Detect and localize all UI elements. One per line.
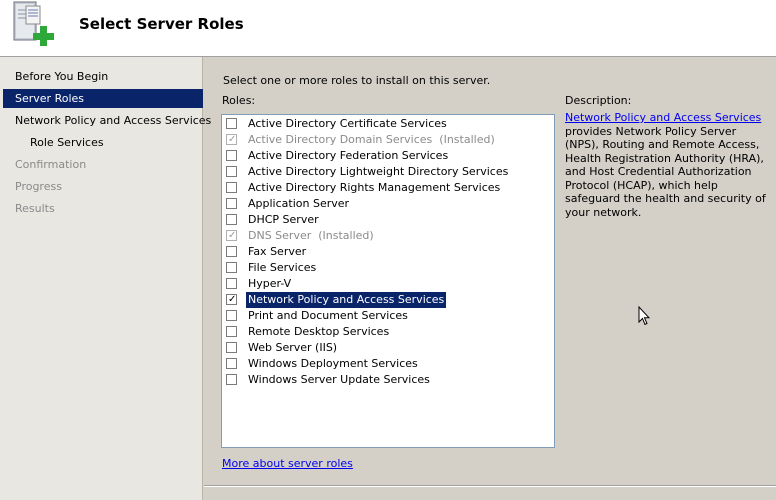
role-label: Windows Deployment Services xyxy=(248,357,418,370)
page-title: Select Server Roles xyxy=(79,15,244,33)
role-checkbox[interactable] xyxy=(226,374,237,385)
role-label: Active Directory Rights Management Servi… xyxy=(248,181,501,194)
role-checkbox[interactable] xyxy=(226,358,237,369)
installed-status: (Installed) xyxy=(318,229,374,242)
header: Select Server Roles xyxy=(0,0,776,57)
roles-label: Roles: xyxy=(222,94,256,107)
sidebar-item-results: Results xyxy=(15,202,55,215)
role-label: Application Server xyxy=(248,197,350,210)
more-about-roles-link[interactable]: More about server roles xyxy=(222,457,353,470)
role-label: DNS Server (Installed) xyxy=(246,228,376,244)
role-label: Windows Server Update Services xyxy=(248,373,430,386)
role-checkbox[interactable] xyxy=(226,326,237,337)
mouse-pointer-icon xyxy=(638,306,650,326)
description-text: Network Policy and Access Services provi… xyxy=(565,111,770,219)
role-label: Active Directory Federation Services xyxy=(248,149,449,162)
sidebar-item-progress: Progress xyxy=(15,180,62,193)
role-checkbox[interactable] xyxy=(226,342,237,353)
role-checkbox[interactable] xyxy=(226,292,237,308)
role-label: Active Directory Domain Services (Instal… xyxy=(246,132,497,148)
description-link[interactable]: Network Policy and Access Services xyxy=(565,111,761,124)
role-label: Active Directory Lightweight Directory S… xyxy=(248,165,509,178)
role-checkbox[interactable] xyxy=(226,118,237,129)
role-checkbox[interactable] xyxy=(226,310,237,321)
role-name: DNS Server xyxy=(248,229,312,242)
role-checkbox[interactable] xyxy=(226,166,237,177)
role-label: Network Policy and Access Services xyxy=(246,292,447,308)
role-checkbox[interactable] xyxy=(226,182,237,193)
sidebar-item-confirmation: Confirmation xyxy=(15,158,87,171)
role-label: File Services xyxy=(248,261,317,274)
role-label: Hyper-V xyxy=(248,277,292,290)
role-checkbox[interactable] xyxy=(226,214,237,225)
role-checkbox[interactable] xyxy=(226,198,237,209)
server-add-icon xyxy=(13,1,54,46)
role-label: Remote Desktop Services xyxy=(248,325,390,338)
role-checkbox[interactable] xyxy=(226,246,237,257)
sidebar-item-role-services[interactable]: Role Services xyxy=(3,133,203,152)
role-label: Web Server (IIS) xyxy=(248,341,338,354)
role-label: Active Directory Certificate Services xyxy=(248,117,447,130)
sidebar-item-server-roles[interactable]: Server Roles xyxy=(3,89,203,108)
divider xyxy=(204,485,776,487)
description-body: provides Network Policy Server (NPS), Ro… xyxy=(565,124,766,219)
role-checkbox xyxy=(226,228,237,244)
wizard-sidebar: Before You Begin Server Roles Network Po… xyxy=(0,57,211,500)
sidebar-item-network-policy[interactable]: Network Policy and Access Services xyxy=(3,111,211,130)
role-checkbox xyxy=(226,132,237,148)
role-checkbox[interactable] xyxy=(226,262,237,273)
roles-list[interactable]: Active Directory Certificate Services Ac… xyxy=(221,114,555,448)
role-label: DHCP Server xyxy=(248,213,319,226)
role-label: Print and Document Services xyxy=(248,309,408,322)
description-label: Description: xyxy=(565,94,632,107)
instruction-text: Select one or more roles to install on t… xyxy=(223,74,491,87)
role-name: Active Directory Domain Services xyxy=(248,133,433,146)
role-checkbox[interactable] xyxy=(226,278,237,289)
role-checkbox[interactable] xyxy=(226,150,237,161)
installed-status: (Installed) xyxy=(439,133,495,146)
sidebar-item-before-you-begin[interactable]: Before You Begin xyxy=(3,67,203,86)
role-label: Fax Server xyxy=(248,245,307,258)
